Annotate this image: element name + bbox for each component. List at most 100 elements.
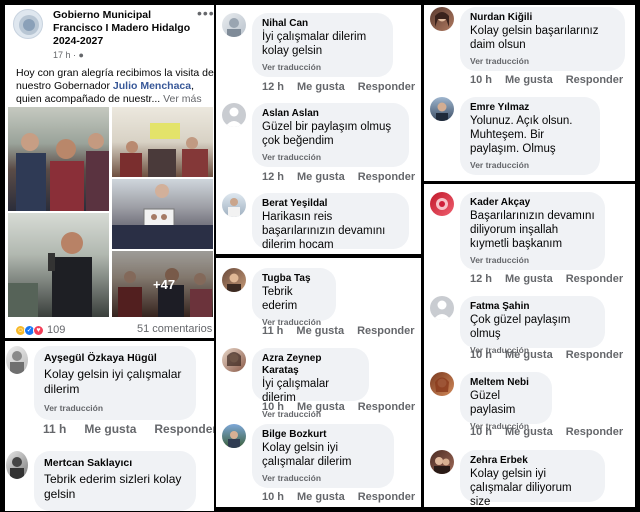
comment-actions: 12 h Me gusta Responder — [262, 81, 415, 93]
translate-link[interactable]: Ver traducción — [470, 56, 615, 66]
comment-bubble: Azra Zeynep Karataş İyi çalışmalar diler… — [252, 348, 369, 419]
comments-count[interactable]: 51 comentarios — [137, 323, 212, 335]
comment-text: Çok güzel paylaşım olmuş — [470, 314, 571, 340]
comments-panel-2: Nihal Can İyi çalışmalar dilerim kolay g… — [216, 5, 421, 254]
translate-link[interactable]: Ver traducción — [470, 160, 590, 170]
commenter-name[interactable]: Azra Zeynep Karataş — [262, 353, 359, 377]
comment-text: Yolunuz. Açık olsun. Muhteşem. Bir payla… — [470, 115, 573, 155]
comment-bubble: Kader Akçay Başarılarınızın devamını dil… — [460, 192, 605, 270]
comment-time: 12 h — [470, 273, 493, 285]
comment-time: 11 h — [43, 422, 67, 436]
post-time-text: 17 h — [53, 50, 71, 60]
post-photo-4[interactable] — [8, 213, 109, 317]
like-button[interactable]: Me gusta — [505, 273, 553, 285]
see-more-link[interactable]: Ver más — [163, 93, 202, 105]
commenter-name[interactable]: Nihal Can — [262, 18, 383, 30]
default-avatar-icon[interactable] — [222, 103, 246, 127]
more-photos-count[interactable]: +47 — [153, 277, 175, 292]
comment-actions: 11 h Me gusta Responder — [262, 325, 415, 337]
avatar[interactable] — [430, 192, 454, 216]
like-button[interactable]: Me gusta — [297, 491, 345, 503]
comment-time: 12 h — [262, 171, 285, 183]
mention-link[interactable]: Julio Menchaca — [113, 80, 191, 92]
comments-panel-5: Kader Akçay Başarılarınızın devamını dil… — [424, 184, 635, 507]
avatar[interactable] — [222, 348, 246, 372]
page-logo-avatar[interactable] — [13, 9, 43, 39]
comment-bubble: Emre Yılmaz Yolunuz. Açık olsun. Muhteşe… — [460, 97, 600, 175]
commenter-name[interactable]: Emre Yılmaz — [470, 102, 590, 114]
avatar[interactable] — [222, 424, 246, 448]
reply-button[interactable]: Responder — [566, 273, 623, 285]
like-button[interactable]: Me gusta — [297, 401, 345, 413]
comment-bubble: Nihal Can İyi çalışmalar dilerim kolay g… — [252, 13, 393, 77]
reply-button[interactable]: Responder — [154, 422, 214, 436]
reply-button[interactable]: Responder — [566, 426, 623, 438]
comment-time: 10 h — [470, 426, 493, 438]
like-button[interactable]: Me gusta — [296, 325, 344, 337]
comment-actions: 10 h Me gusta Responder — [470, 349, 623, 361]
reaction-summary[interactable]: ☺ ✓ ♥ 109 — [15, 323, 65, 337]
avatar[interactable] — [430, 97, 454, 121]
commenter-name[interactable]: Tugba Taş — [262, 273, 326, 285]
post-photo-2[interactable] — [112, 107, 213, 177]
translate-link[interactable]: Ver traducción — [262, 62, 383, 72]
comment-bubble: Ayşegül Özkaya Hügül Kolay gelsin iyi ça… — [34, 346, 196, 420]
reply-button[interactable]: Responder — [357, 325, 414, 337]
translate-link[interactable]: Ver traducción — [470, 255, 595, 265]
post-menu-button[interactable]: ••• — [197, 5, 214, 21]
translate-link[interactable]: Ver traducción — [44, 403, 186, 413]
comments-panel-3: Tugba Taş Tebrik ederim Ver traducción 1… — [216, 258, 421, 507]
translate-link[interactable]: Ver traducción — [262, 152, 399, 162]
comments-panel-4: Nurdan Kiğili Kolay gelsin başarılarınız… — [424, 5, 635, 181]
reply-button[interactable]: Responder — [566, 74, 623, 86]
like-button[interactable]: Me gusta — [84, 422, 136, 436]
reply-button[interactable]: Responder — [358, 401, 415, 413]
comment-actions: 11 h Me gusta Responder — [43, 422, 214, 436]
comment-bubble: Mertcan Saklayıcı Tebrik ederim sizleri … — [34, 451, 196, 511]
commenter-name[interactable]: Mertcan Saklayıcı — [44, 457, 186, 469]
comment-text: Tebrik ederim — [262, 286, 298, 312]
like-button[interactable]: Me gusta — [505, 349, 553, 361]
avatar[interactable] — [430, 372, 454, 396]
default-avatar-icon[interactable] — [430, 296, 454, 320]
globe-icon: ● — [78, 50, 84, 60]
reply-button[interactable]: Responder — [358, 171, 415, 183]
like-button[interactable]: Me gusta — [505, 74, 553, 86]
avatar[interactable] — [430, 450, 454, 474]
reply-button[interactable]: Responder — [358, 491, 415, 503]
commenter-name[interactable]: Berat Yeşildal — [262, 198, 399, 210]
comment-bubble: Meltem Nebi Güzel paylasim Ver traducció… — [460, 372, 552, 431]
avatar[interactable] — [222, 13, 246, 37]
like-button[interactable]: Me gusta — [297, 171, 345, 183]
avatar[interactable] — [222, 193, 246, 217]
comment-time: 10 h — [262, 401, 285, 413]
commenter-name[interactable]: Kader Akçay — [470, 197, 595, 209]
post-photo-1[interactable] — [8, 107, 109, 211]
comment-actions: 10 h Me gusta Responder — [470, 426, 623, 438]
post-photo-3[interactable] — [112, 179, 213, 249]
commenter-name[interactable]: Aslan Aslan — [262, 108, 399, 120]
avatar[interactable] — [222, 268, 246, 292]
comment-bubble: Nurdan Kiğili Kolay gelsin başarılarınız… — [460, 7, 625, 71]
reply-button[interactable]: Responder — [566, 349, 623, 361]
avatar[interactable] — [6, 346, 28, 374]
post-time: 17 h · ● — [53, 50, 84, 60]
comment-actions: 12 h Me gusta Responder — [470, 273, 623, 285]
comment-bubble: Berat Yeşildal Harikasın reis başarıları… — [252, 193, 409, 251]
comment-actions: 12 h Me gusta Responder — [262, 171, 415, 183]
page-name[interactable]: Gobierno Municipal Francisco I Madero Hi… — [53, 9, 203, 48]
translate-link[interactable]: Ver traducción — [262, 473, 384, 483]
commenter-name[interactable]: Bilge Bozkurt — [262, 429, 384, 441]
commenter-name[interactable]: Zehra Erbek — [470, 455, 595, 467]
avatar[interactable] — [6, 451, 28, 479]
commenter-name[interactable]: Fatma Şahin — [470, 301, 595, 313]
comment-time: 10 h — [262, 491, 285, 503]
commenter-name[interactable]: Meltem Nebi — [470, 377, 542, 389]
reply-button[interactable]: Responder — [358, 81, 415, 93]
commenter-name[interactable]: Ayşegül Özkaya Hügül — [44, 352, 186, 364]
commenter-name[interactable]: Nurdan Kiğili — [470, 12, 615, 24]
like-button[interactable]: Me gusta — [505, 426, 553, 438]
post-text: Hoy con gran alegría recibimos la visita… — [16, 67, 214, 106]
avatar[interactable] — [430, 7, 454, 31]
like-button[interactable]: Me gusta — [297, 81, 345, 93]
